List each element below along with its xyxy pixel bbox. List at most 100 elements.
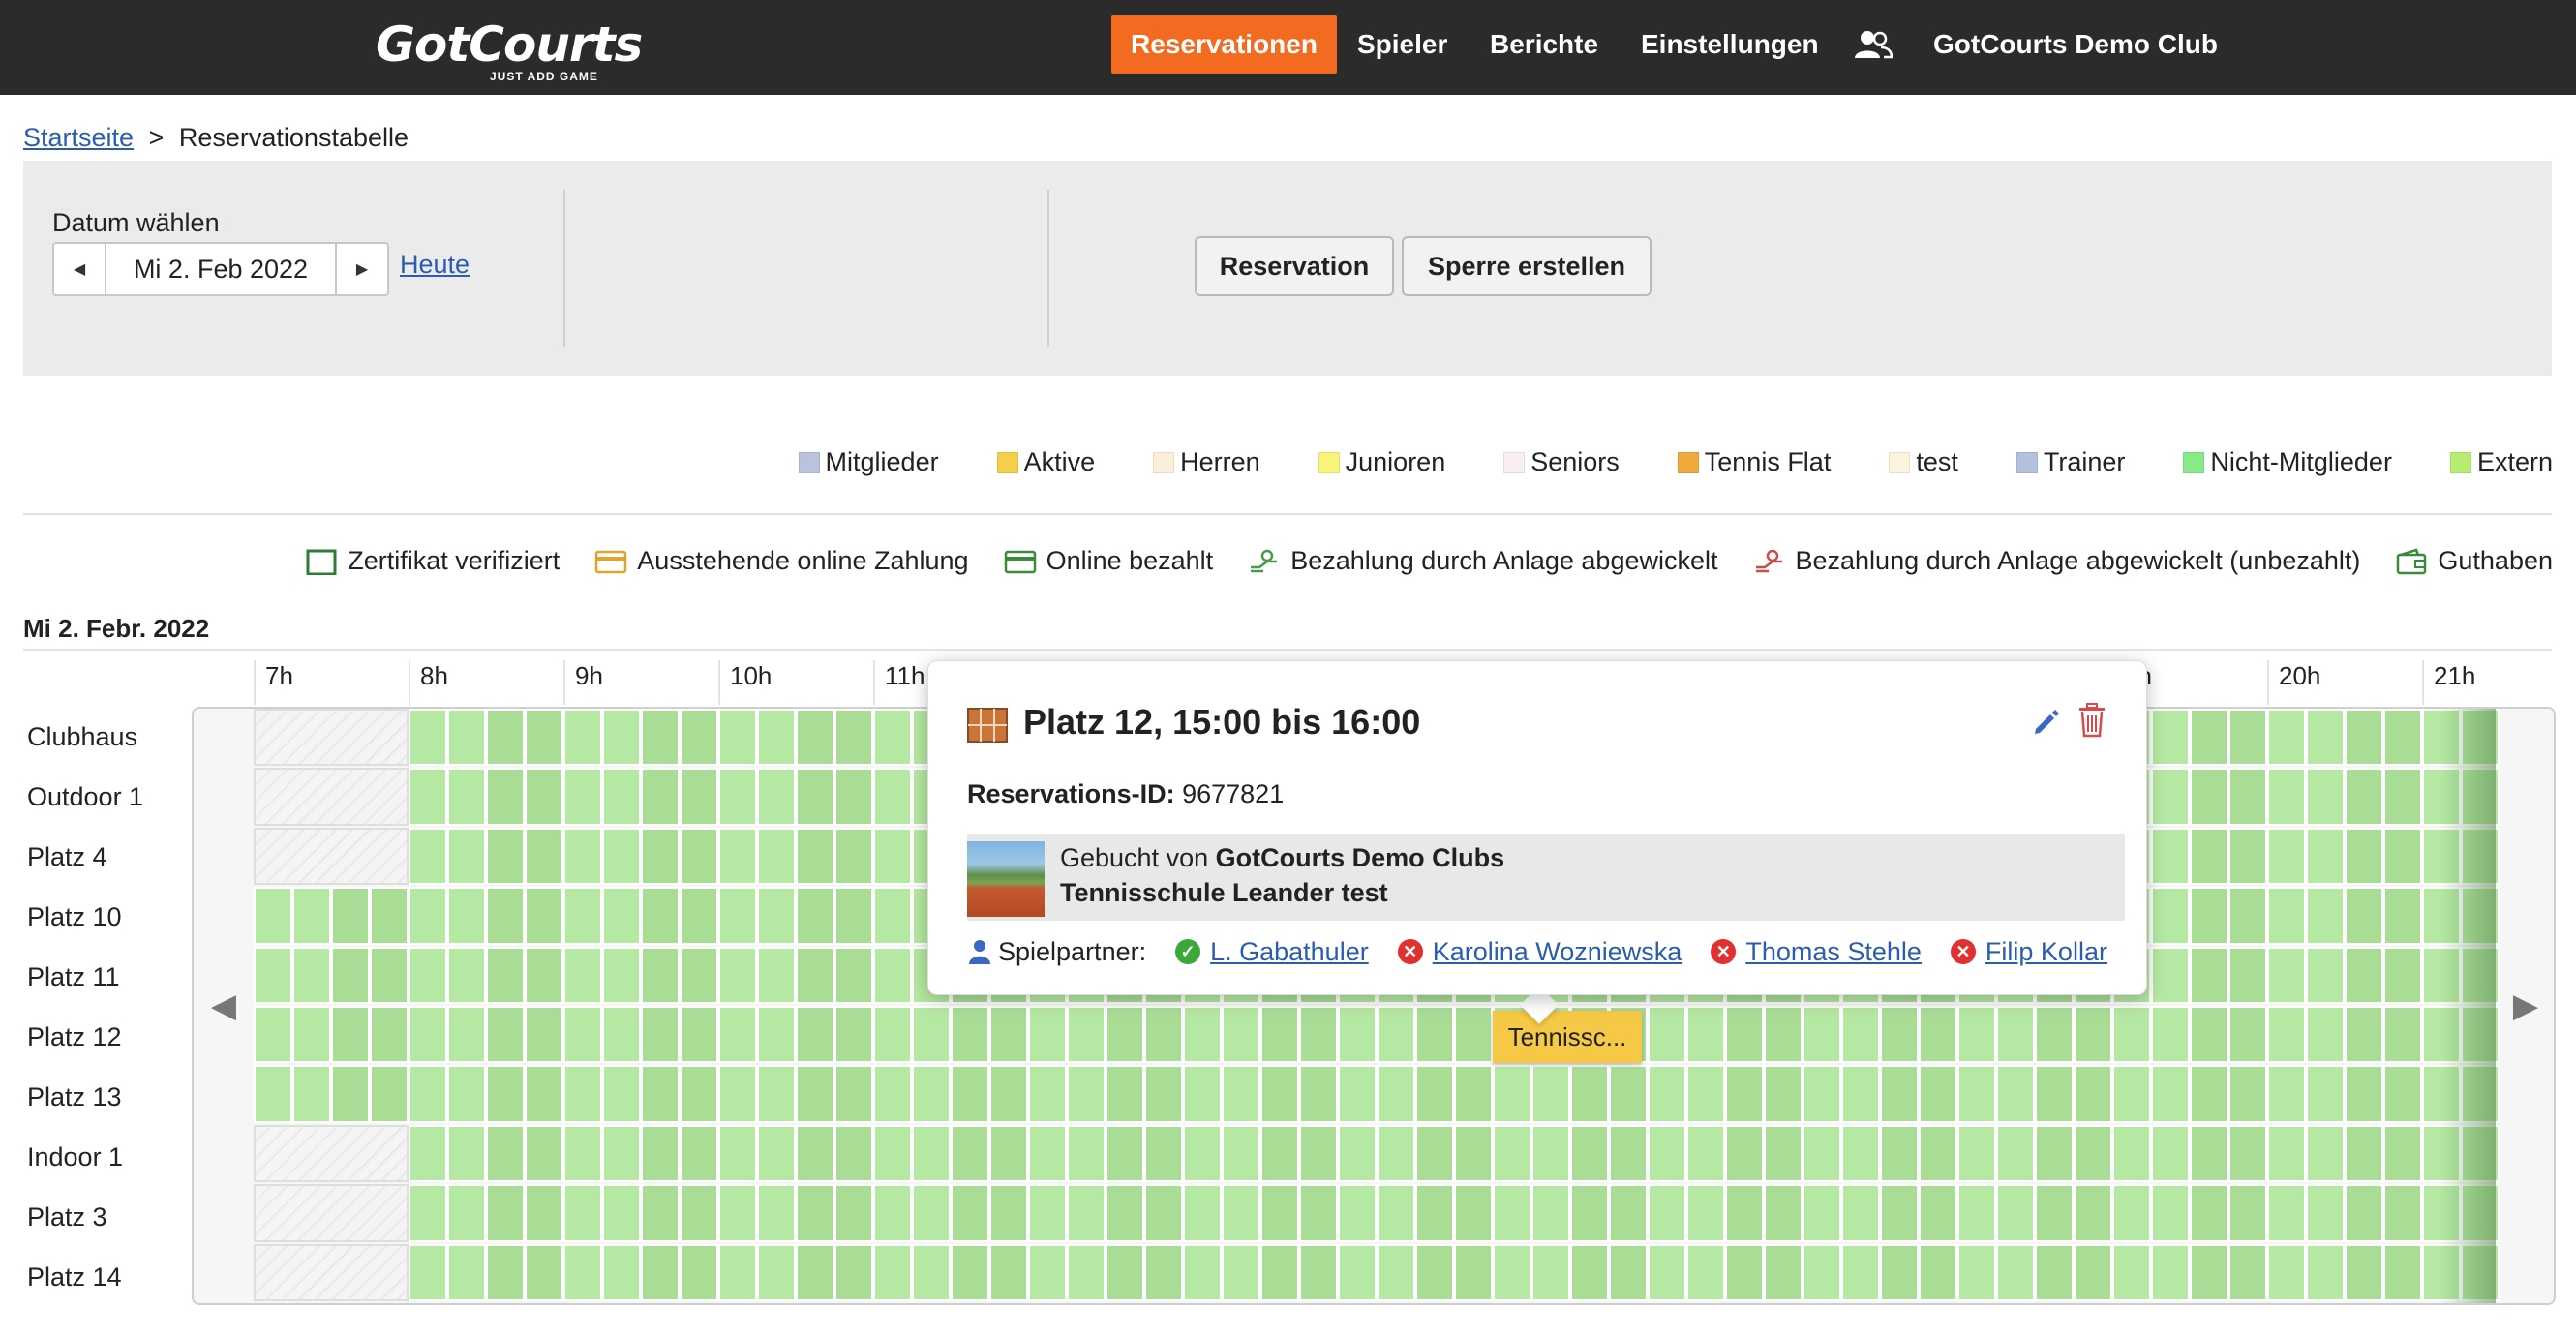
time-slot[interactable]: [1028, 1124, 1067, 1183]
time-slot[interactable]: [2383, 1124, 2422, 1183]
booking-badge[interactable]: Tennissc...: [1493, 1011, 1642, 1063]
time-slot[interactable]: [757, 827, 796, 886]
time-slot[interactable]: [796, 1065, 834, 1123]
time-slot[interactable]: [1299, 1243, 1338, 1301]
time-slot[interactable]: [2074, 1243, 2112, 1301]
time-slot[interactable]: [563, 946, 602, 1004]
time-slot[interactable]: [1531, 1184, 1570, 1242]
time-slot[interactable]: [989, 1065, 1028, 1123]
time-slot[interactable]: [641, 946, 680, 1004]
time-slot[interactable]: [2267, 827, 2306, 886]
partner-link[interactable]: Thomas Stehle: [1745, 937, 1922, 967]
time-slot[interactable]: [486, 827, 525, 886]
time-slot[interactable]: [1803, 1124, 1841, 1183]
time-slot[interactable]: [1299, 1184, 1338, 1242]
time-slot[interactable]: [1028, 1006, 1067, 1064]
time-slot[interactable]: [834, 709, 873, 767]
time-slot[interactable]: [1996, 1065, 2035, 1123]
time-slot[interactable]: [912, 1124, 951, 1183]
time-slot[interactable]: [718, 887, 757, 945]
time-slot[interactable]: [1260, 1184, 1299, 1242]
time-slot[interactable]: [563, 827, 602, 886]
time-slot[interactable]: [447, 1065, 486, 1123]
time-slot[interactable]: [757, 887, 796, 945]
time-slot[interactable]: [757, 946, 796, 1004]
time-slot[interactable]: [331, 1006, 370, 1064]
time-slot[interactable]: [989, 1243, 1028, 1301]
time-slot[interactable]: [2151, 709, 2190, 767]
time-slot[interactable]: [2267, 1006, 2306, 1064]
time-slot[interactable]: [1415, 1006, 1454, 1064]
time-slot[interactable]: [602, 1124, 641, 1183]
time-slot[interactable]: [563, 1243, 602, 1301]
time-slot[interactable]: [2345, 1243, 2383, 1301]
time-slot[interactable]: [2267, 709, 2306, 767]
time-slot[interactable]: [409, 1243, 447, 1301]
time-slot[interactable]: [1183, 1124, 1222, 1183]
time-slot[interactable]: [2228, 768, 2267, 826]
time-slot[interactable]: [2228, 1184, 2267, 1242]
time-slot[interactable]: [1222, 1006, 1260, 1064]
time-slot[interactable]: [447, 1184, 486, 1242]
time-slot[interactable]: [2306, 709, 2345, 767]
time-slot[interactable]: [680, 768, 718, 826]
time-slot[interactable]: [1106, 1065, 1144, 1123]
time-slot[interactable]: [1338, 1243, 1377, 1301]
time-slot[interactable]: [1803, 1243, 1841, 1301]
time-slot[interactable]: [2035, 1243, 2074, 1301]
time-slot[interactable]: [912, 1065, 951, 1123]
time-slot[interactable]: [1996, 1243, 2035, 1301]
time-slot[interactable]: [2190, 1124, 2228, 1183]
time-slot[interactable]: [1609, 1065, 1648, 1123]
nav-einstellungen[interactable]: Einstellungen: [1641, 15, 1819, 74]
time-slot[interactable]: [1880, 1006, 1919, 1064]
time-slot[interactable]: [2228, 1006, 2267, 1064]
time-slot[interactable]: [1377, 1243, 1415, 1301]
time-slot[interactable]: [486, 887, 525, 945]
time-slot[interactable]: [2306, 1184, 2345, 1242]
time-slot[interactable]: [2151, 1124, 2190, 1183]
time-slot[interactable]: [525, 946, 563, 1004]
time-slot[interactable]: [1880, 1065, 1919, 1123]
time-slot[interactable]: [1183, 1006, 1222, 1064]
time-slot[interactable]: [1454, 1065, 1493, 1123]
partner-link[interactable]: Filip Kollar: [1985, 937, 2107, 967]
time-slot[interactable]: [1957, 1065, 1996, 1123]
time-slot[interactable]: [2035, 1124, 2074, 1183]
time-slot[interactable]: [447, 1124, 486, 1183]
reservation-button[interactable]: Reservation: [1195, 236, 1394, 296]
time-slot[interactable]: [2190, 1243, 2228, 1301]
time-slot[interactable]: [680, 946, 718, 1004]
time-slot[interactable]: [2112, 1184, 2151, 1242]
time-slot[interactable]: [2112, 1124, 2151, 1183]
time-slot[interactable]: [409, 946, 447, 1004]
time-slot[interactable]: [370, 1006, 409, 1064]
breadcrumb-home-link[interactable]: Startseite: [23, 123, 134, 152]
time-slot[interactable]: [2383, 709, 2422, 767]
time-slot[interactable]: [912, 1243, 951, 1301]
time-slot[interactable]: [873, 768, 912, 826]
time-slot[interactable]: [1996, 1184, 2035, 1242]
time-slot[interactable]: [1454, 1006, 1493, 1064]
time-slot[interactable]: [525, 1243, 563, 1301]
time-slot[interactable]: [409, 709, 447, 767]
time-slot[interactable]: [1493, 1243, 1531, 1301]
time-slot[interactable]: [292, 887, 331, 945]
time-slot[interactable]: [1377, 1184, 1415, 1242]
time-slot[interactable]: [1764, 1124, 1803, 1183]
time-slot[interactable]: [680, 1006, 718, 1064]
time-slot[interactable]: [1841, 1243, 1880, 1301]
time-slot[interactable]: [951, 1124, 989, 1183]
time-slot[interactable]: [2151, 1065, 2190, 1123]
time-slot[interactable]: [680, 1065, 718, 1123]
time-slot[interactable]: [292, 1006, 331, 1064]
time-slot[interactable]: [796, 946, 834, 1004]
time-slot[interactable]: [331, 1065, 370, 1123]
time-slot[interactable]: [1415, 1124, 1454, 1183]
time-slot[interactable]: [1957, 1243, 1996, 1301]
time-slot[interactable]: [796, 1243, 834, 1301]
time-slot[interactable]: [1725, 1065, 1764, 1123]
time-slot[interactable]: [718, 768, 757, 826]
time-slot[interactable]: [2383, 768, 2422, 826]
time-slot[interactable]: [1377, 1065, 1415, 1123]
